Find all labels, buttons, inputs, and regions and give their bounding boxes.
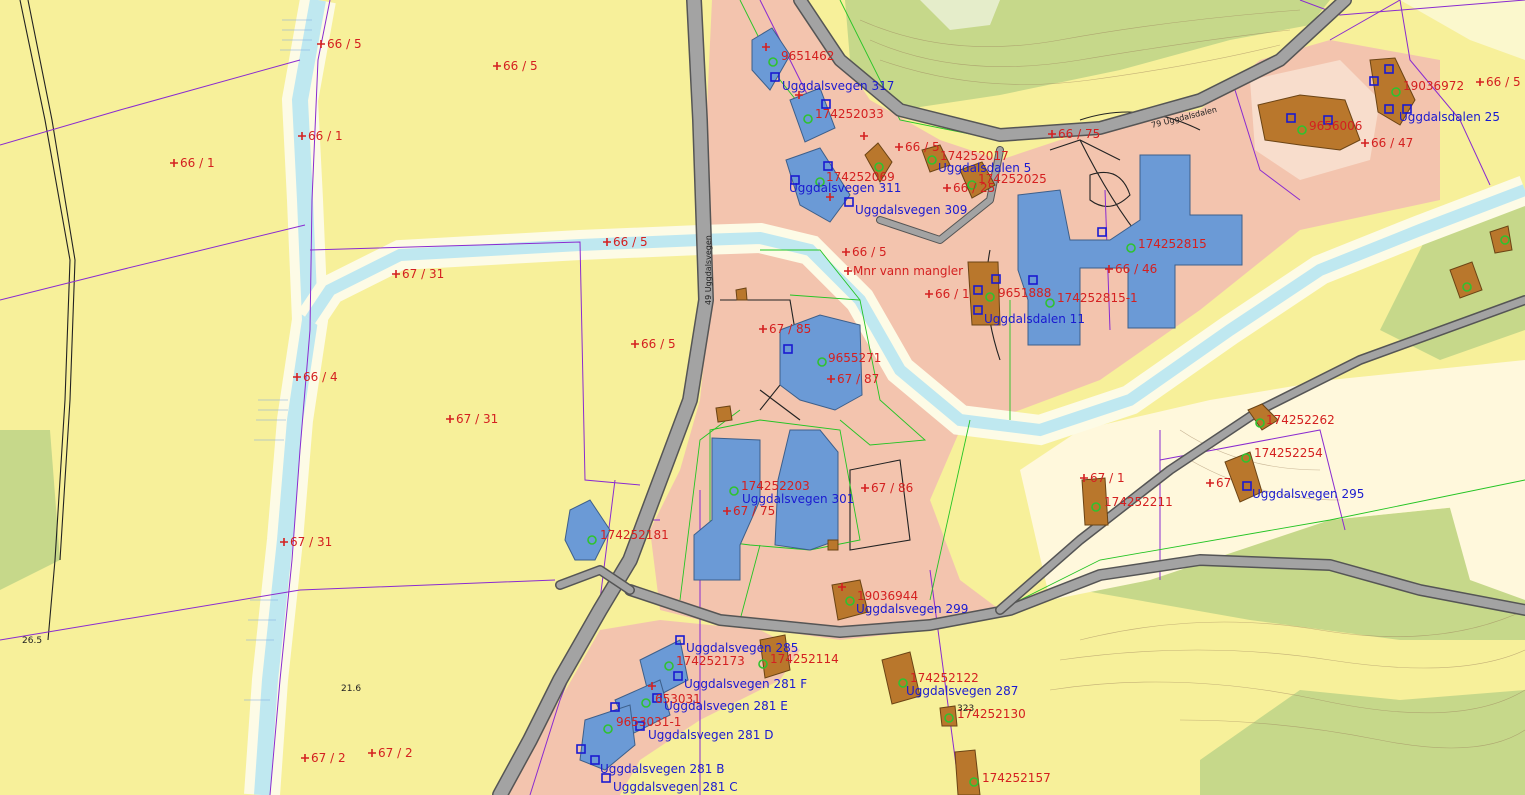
spot-height: 21.6 [341, 684, 361, 694]
parcel-label[interactable]: 66 / 46 [1115, 262, 1157, 276]
parcel-label[interactable]: 66 / 5 [852, 245, 887, 259]
map-view[interactable]: 79 Uggdalsdalen 49 Uggdalsvegen 66 / 5 6… [0, 0, 1525, 795]
building-id-label[interactable]: 174252815-1 [1057, 291, 1138, 305]
address-label[interactable]: Uggdalsvegen 311 [789, 181, 901, 195]
address-label[interactable]: Uggdalsvegen 295 [1252, 487, 1364, 501]
building[interactable] [735, 287, 748, 301]
parcel-label[interactable]: 67 / 31 [456, 412, 498, 426]
address-label[interactable]: Uggdalsvegen 317 [782, 79, 894, 93]
address-label[interactable]: Uggdalsvegen 299 [856, 602, 968, 616]
parcel-label[interactable]: 67 / 75 [733, 504, 775, 518]
building-id-label[interactable]: 174252211 [1104, 495, 1173, 509]
spot-height: 323 [957, 704, 974, 714]
building-id-label[interactable]: 174252181 [600, 528, 669, 542]
parcel-label[interactable]: 67 / 2 [311, 751, 346, 765]
building[interactable] [827, 539, 839, 551]
address-label[interactable]: Uggdalsdalen 11 [984, 312, 1085, 326]
parcel-label[interactable]: 66 / 1 [308, 129, 343, 143]
building-id-label[interactable]: 174252157 [982, 771, 1051, 785]
building-id-label[interactable]: 174252173 [676, 654, 745, 668]
building-id-label[interactable]: 19036972 [1403, 79, 1464, 93]
parcel-label[interactable]: 67 [1216, 476, 1231, 490]
building-id-label[interactable]: 9656006 [1309, 119, 1362, 133]
parcel-label[interactable]: 67 / 85 [769, 322, 811, 336]
parcel-label[interactable]: Mnr vann mangler [853, 264, 963, 278]
building-id-label[interactable]: 9653031-1 [616, 715, 681, 729]
building-id-label[interactable]: 174252262 [1266, 413, 1335, 427]
parcel-label[interactable]: 67 / 86 [871, 481, 913, 495]
building[interactable] [715, 405, 733, 423]
building-id-label[interactable]: 9651888 [998, 286, 1051, 300]
address-label[interactable]: Uggdalsvegen 281 E [664, 699, 788, 713]
road-label-uggdalsvegen: 49 Uggdalsvegen [704, 235, 713, 305]
building-id-label[interactable]: 174252254 [1254, 446, 1323, 460]
building-id-label[interactable]: 19036944 [857, 589, 918, 603]
parcel-label[interactable]: 67 / 87 [837, 372, 879, 386]
parcel-label[interactable]: 66 / 4 [303, 370, 338, 384]
building-id-label[interactable]: 9651462 [781, 49, 834, 63]
building[interactable] [939, 705, 958, 727]
building[interactable] [954, 749, 981, 795]
address-label[interactable]: Uggdalsvegen 281 F [684, 677, 807, 691]
parcel-label[interactable]: 66 / 5 [641, 337, 676, 351]
address-label[interactable]: Uggdalsvegen 281 D [648, 728, 773, 742]
address-label[interactable]: Uggdalsdalen 25 [1399, 110, 1500, 124]
parcel-label[interactable]: 66 / 5 [503, 59, 538, 73]
parcel-label[interactable]: 66 / 47 [1371, 136, 1413, 150]
address-label[interactable]: Uggdalsvegen 281 C [613, 780, 738, 794]
parcel-label[interactable]: 67 / 31 [290, 535, 332, 549]
parcel-label[interactable]: 66 / 5 [1486, 75, 1521, 89]
parcel-label[interactable]: 66 / 5 [613, 235, 648, 249]
address-label[interactable]: Uggdalsvegen 285 [686, 641, 798, 655]
address-label[interactable]: Uggdalsvegen 287 [906, 684, 1018, 698]
parcel-label[interactable]: 66 / 1 [180, 156, 215, 170]
parcel-label[interactable]: 67 / 1 [1090, 471, 1125, 485]
parcel-label[interactable]: 66 / 5 [327, 37, 362, 51]
address-label[interactable]: Uggdalsvegen 281 B [600, 762, 724, 776]
parcel-label[interactable]: 66 / 75 [1058, 127, 1100, 141]
building-id-label[interactable]: 174252815 [1138, 237, 1207, 251]
parcel-label[interactable]: 66 / 5 [905, 140, 940, 154]
parcel-label[interactable]: 67 / 31 [402, 267, 444, 281]
spot-height: 26.5 [22, 636, 42, 646]
building-id-label[interactable]: 174252033 [815, 107, 884, 121]
address-label[interactable]: Uggdalsvegen 301 [742, 492, 854, 506]
building-id-label[interactable]: 9655271 [828, 351, 881, 365]
parcel-label[interactable]: 67 / 2 [378, 746, 413, 760]
address-label[interactable]: Uggdalsvegen 309 [855, 203, 967, 217]
address-label[interactable]: Uggdalsdalen 5 [938, 161, 1031, 175]
map-canvas[interactable]: 79 Uggdalsdalen 49 Uggdalsvegen 66 / 5 6… [0, 0, 1525, 795]
building-id-label[interactable]: 174252203 [741, 479, 810, 493]
parcel-label[interactable]: 66 / 1 [935, 287, 970, 301]
building-id-label[interactable]: 174252122 [910, 671, 979, 685]
